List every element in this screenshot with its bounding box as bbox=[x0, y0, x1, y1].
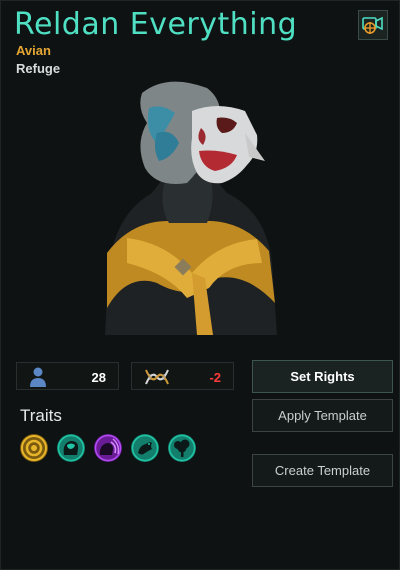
growth-value: -2 bbox=[209, 370, 221, 385]
focus-camera-button[interactable] bbox=[358, 10, 388, 40]
create-template-button[interactable]: Create Template bbox=[252, 454, 393, 487]
pop-count-value: 28 bbox=[91, 370, 106, 385]
citizenship-label: Refuge bbox=[16, 61, 61, 76]
pop-count-box[interactable]: 28 bbox=[16, 362, 119, 390]
dna-icon bbox=[145, 369, 169, 385]
set-rights-button[interactable]: Set Rights bbox=[252, 360, 393, 393]
brain-head-trait-icon[interactable] bbox=[56, 433, 86, 463]
leaping-creature-trait-icon[interactable] bbox=[130, 433, 160, 463]
species-portrait bbox=[105, 81, 277, 335]
species-class-label: Avian bbox=[16, 43, 51, 58]
species-panel: Reldan Everything Avian Refuge 28 -2 Tra… bbox=[0, 0, 400, 570]
growth-box[interactable]: -2 bbox=[131, 362, 234, 390]
tree-trait-icon[interactable] bbox=[167, 433, 197, 463]
species-name: Reldan Everything bbox=[14, 7, 298, 42]
apply-template-button[interactable]: Apply Template bbox=[252, 399, 393, 432]
ring-gear-trait-icon[interactable] bbox=[19, 433, 49, 463]
person-icon bbox=[30, 367, 46, 387]
camera-target-icon bbox=[362, 16, 383, 34]
traits-heading: Traits bbox=[20, 406, 62, 425]
psionic-trait-icon[interactable] bbox=[93, 433, 123, 463]
